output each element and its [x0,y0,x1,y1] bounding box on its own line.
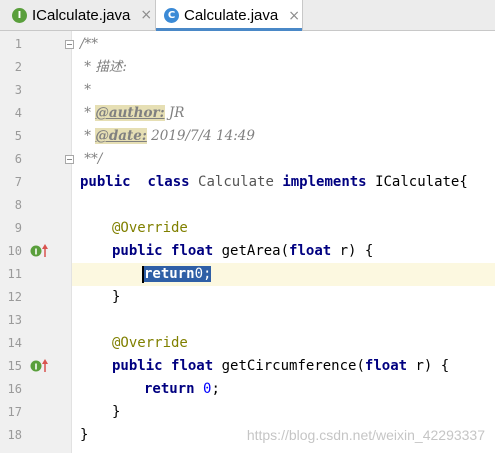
line-number: 2 [14,60,22,74]
line-number: 17 [7,405,22,419]
code-line-4[interactable]: * @author: JR [72,102,495,125]
editor-tab-bar: I ICalculate.java × C Calculate.java × [0,0,495,31]
code-line-1[interactable]: /** [72,33,495,56]
line-number: 1 [14,37,22,51]
code-line-13[interactable] [72,309,495,332]
code-line-8[interactable] [72,194,495,217]
line-number: 15 [7,359,22,373]
editor-gutter[interactable]: 1 2 3 4 5 6 7 8 9 10 11 12 13 14 15 16 1… [0,31,74,453]
line-number: 13 [7,313,22,327]
class-icon: C [164,8,179,23]
code-line-9[interactable]: @Override [72,217,495,240]
interface-icon: I [12,7,27,23]
code-line-16[interactable]: return 0; [72,378,495,401]
line-number: 4 [14,106,22,120]
line-number: 14 [7,336,22,350]
line-number: 9 [14,221,22,235]
close-icon[interactable]: × [140,7,152,23]
implements-method-icon[interactable]: I [30,359,50,373]
code-line-11[interactable]: return0; [72,263,495,286]
code-line-17[interactable]: } [72,401,495,424]
line-number: 8 [14,198,22,212]
svg-text:I: I [35,363,38,372]
code-line-12[interactable]: } [72,286,495,309]
line-number: 5 [14,129,22,143]
line-number: 11 [7,267,22,281]
close-icon[interactable]: × [288,8,300,24]
line-number: 12 [7,290,22,304]
code-line-7[interactable]: public class Calculate implements ICalcu… [72,171,495,194]
line-number: 6 [14,152,22,166]
watermark: https://blog.csdn.net/weixin_42293337 [246,427,485,443]
tab-label: ICalculate.java [32,6,131,24]
code-editor[interactable]: /** * 描述: * * @author: JR * @date: 2019/… [72,31,495,453]
code-line-2[interactable]: * 描述: [72,56,495,79]
code-line-10[interactable]: public float getArea(float r) { [72,240,495,263]
line-number: 3 [14,83,22,97]
selected-text: return [144,266,195,282]
tab-icalculate-java[interactable]: I ICalculate.java × [0,0,154,30]
code-line-5[interactable]: * @date: 2019/7/4 14:49 [72,125,495,148]
tab-calculate-java[interactable]: C Calculate.java × [155,0,303,31]
tab-label: Calculate.java [184,7,279,24]
line-number: 10 [7,244,22,258]
line-number: 18 [7,428,22,442]
code-line-6[interactable]: **/ [72,148,495,171]
javadoc-date-tag: @date: [95,128,147,144]
svg-text:I: I [35,248,38,257]
line-number: 7 [14,175,22,189]
implements-method-icon[interactable]: I [30,244,50,258]
javadoc-author-tag: @author: [95,105,165,121]
line-number: 16 [7,382,22,396]
code-line-15[interactable]: public float getCircumference(float r) { [72,355,495,378]
code-line-3[interactable]: * [72,79,495,102]
code-line-14[interactable]: @Override [72,332,495,355]
